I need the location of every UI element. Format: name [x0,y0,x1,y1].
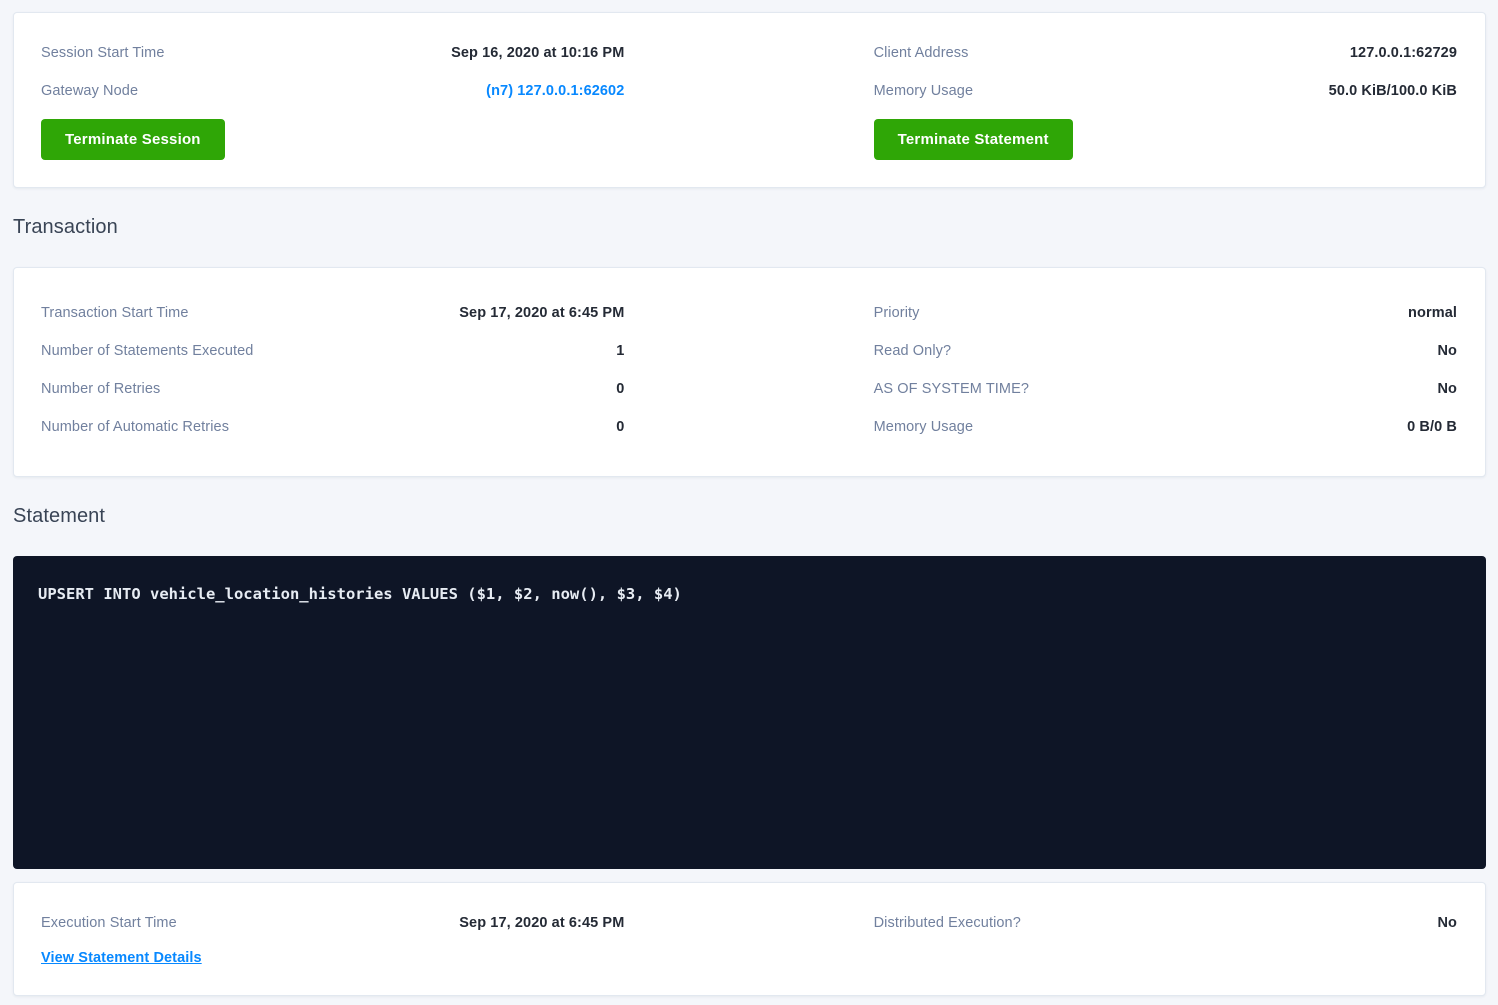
session-start-time-value: Sep 16, 2020 at 10:16 PM [451,45,624,61]
statements-executed-row: Number of Statements Executed 1 [41,332,624,370]
session-memory-usage-row: Memory Usage 50.0 KiB/100.0 KiB [874,72,1457,110]
session-start-time-row: Session Start Time Sep 16, 2020 at 10:16… [41,34,624,72]
read-only-value: No [1437,343,1457,359]
number-of-retries-label: Number of Retries [41,381,160,397]
gateway-node-label: Gateway Node [41,83,138,99]
session-memory-usage-value: 50.0 KiB/100.0 KiB [1329,83,1457,99]
transaction-right-column: Priority normal Read Only? No AS OF SYST… [874,294,1457,446]
automatic-retries-label: Number of Automatic Retries [41,419,229,435]
terminate-statement-button[interactable]: Terminate Statement [874,119,1073,160]
statement-section-heading: Statement [13,502,1486,530]
read-only-row: Read Only? No [874,332,1457,370]
as-of-system-time-row: AS OF SYSTEM TIME? No [874,370,1457,408]
priority-value: normal [1408,305,1457,321]
transaction-left-column: Transaction Start Time Sep 17, 2020 at 6… [41,294,624,446]
transaction-memory-usage-label: Memory Usage [874,419,974,435]
automatic-retries-row: Number of Automatic Retries 0 [41,408,624,446]
as-of-system-time-label: AS OF SYSTEM TIME? [874,381,1029,397]
terminate-session-button[interactable]: Terminate Session [41,119,225,160]
view-statement-details-link[interactable]: View Statement Details [41,950,202,966]
transaction-start-time-row: Transaction Start Time Sep 17, 2020 at 6… [41,294,624,332]
session-summary-card: Session Start Time Sep 16, 2020 at 10:16… [13,12,1486,188]
client-address-label: Client Address [874,45,969,61]
transaction-start-time-value: Sep 17, 2020 at 6:45 PM [459,305,624,321]
transaction-section-heading: Transaction [13,213,1486,241]
distributed-execution-row: Distributed Execution? No [874,904,1457,942]
session-left-column: Session Start Time Sep 16, 2020 at 10:16… [41,34,624,160]
transaction-summary-card: Transaction Start Time Sep 17, 2020 at 6… [13,267,1486,477]
transaction-start-time-label: Transaction Start Time [41,305,189,321]
statement-sql-box: UPSERT INTO vehicle_location_histories V… [13,556,1486,869]
as-of-system-time-value: No [1437,381,1457,397]
priority-label: Priority [874,305,920,321]
transaction-memory-usage-row: Memory Usage 0 B/0 B [874,408,1457,446]
session-memory-usage-label: Memory Usage [874,83,974,99]
number-of-retries-row: Number of Retries 0 [41,370,624,408]
automatic-retries-value: 0 [616,419,624,435]
statement-sql-text: UPSERT INTO vehicle_location_histories V… [38,583,1461,605]
transaction-memory-usage-value: 0 B/0 B [1407,419,1457,435]
execution-right-column: Distributed Execution? No [874,904,1457,967]
statements-executed-value: 1 [616,343,624,359]
gateway-node-link[interactable]: (n7) 127.0.0.1:62602 [486,83,624,99]
session-details-page: Session Start Time Sep 16, 2020 at 10:16… [0,0,1498,1005]
priority-row: Priority normal [874,294,1457,332]
read-only-label: Read Only? [874,343,952,359]
gateway-node-row: Gateway Node (n7) 127.0.0.1:62602 [41,72,624,110]
client-address-value: 127.0.0.1:62729 [1350,45,1457,61]
distributed-execution-label: Distributed Execution? [874,915,1021,931]
execution-start-time-value: Sep 17, 2020 at 6:45 PM [459,915,624,931]
session-right-column: Client Address 127.0.0.1:62729 Memory Us… [874,34,1457,160]
statements-executed-label: Number of Statements Executed [41,343,253,359]
distributed-execution-value: No [1437,915,1457,931]
session-start-time-label: Session Start Time [41,45,165,61]
execution-left-column: Execution Start Time Sep 17, 2020 at 6:4… [41,904,624,967]
client-address-row: Client Address 127.0.0.1:62729 [874,34,1457,72]
number-of-retries-value: 0 [616,381,624,397]
execution-details-card: Execution Start Time Sep 17, 2020 at 6:4… [13,882,1486,996]
execution-start-time-label: Execution Start Time [41,915,177,931]
execution-start-time-row: Execution Start Time Sep 17, 2020 at 6:4… [41,904,624,942]
